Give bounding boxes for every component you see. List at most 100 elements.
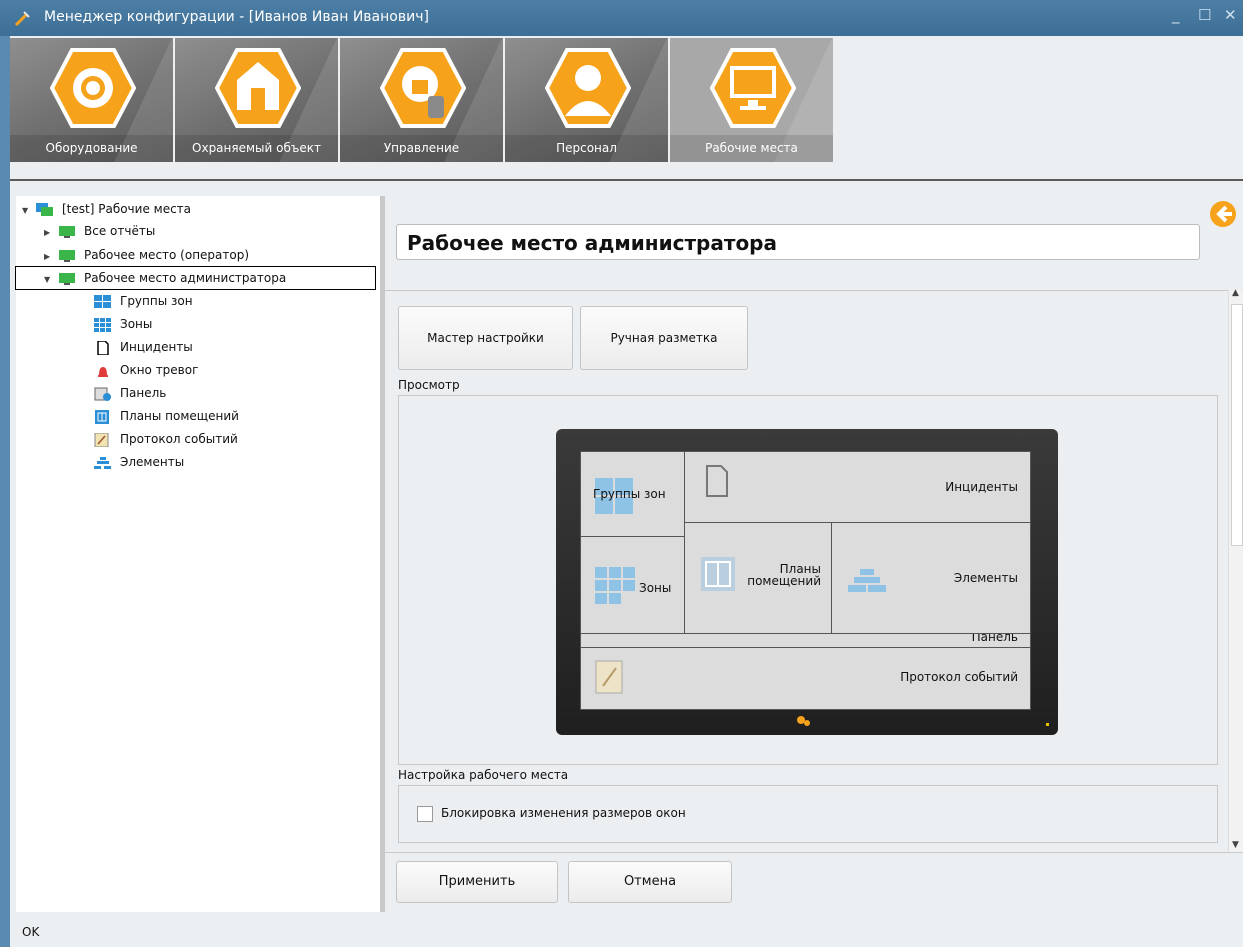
back-arrow-icon[interactable] <box>1210 201 1236 227</box>
status-text: OK <box>22 925 40 939</box>
tree-node-all-reports[interactable]: ▶ Все отчёты <box>44 220 155 242</box>
tree-node-alarm-window[interactable]: Окно тревог <box>94 359 198 381</box>
tree-node-root[interactable]: ▼ [test] Рабочие места <box>22 198 191 220</box>
power-led <box>1046 723 1049 726</box>
tree-label: Элементы <box>120 455 185 469</box>
tab-workplaces[interactable]: Рабочие места <box>670 38 833 162</box>
tree-node-panel[interactable]: Панель <box>94 382 166 404</box>
manual-layout-button[interactable]: Ручная разметка <box>580 306 748 370</box>
tab-label: Охраняемый объект <box>175 135 338 162</box>
tab-label: Управление <box>340 135 503 162</box>
monitor-icon <box>59 225 75 238</box>
apply-button[interactable]: Применить <box>396 861 558 903</box>
preview-cell-floor-plans: Планы помещений <box>684 522 832 634</box>
zones-icon <box>595 567 635 604</box>
tab-label: Оборудование <box>10 135 173 162</box>
tree-label: Все отчёты <box>84 224 156 238</box>
tablet-preview: Группы зон Инциденты Зоны Планы помещени… <box>556 429 1058 735</box>
preview-label: Просмотр <box>398 378 460 392</box>
preview-cell-elements: Элементы <box>831 522 1031 634</box>
maximize-button[interactable]: ☐ <box>1198 6 1211 24</box>
settings-panel: Мастер настройки Ручная разметка Просмот… <box>385 290 1228 853</box>
ribbon-separator <box>10 179 1243 181</box>
tree-node-elements[interactable]: Элементы <box>94 451 184 473</box>
window-frame-left <box>0 36 10 947</box>
house-icon <box>215 48 301 128</box>
close-button[interactable]: ✕ <box>1224 6 1237 24</box>
monitor-icon <box>59 249 75 262</box>
tab-label: Рабочие места <box>670 135 833 162</box>
gear-icon <box>50 48 136 128</box>
gear-lock-icon <box>380 48 466 128</box>
collapse-arrow-icon[interactable]: ▼ <box>22 200 36 222</box>
button-bar-separator <box>385 852 1243 853</box>
preview-label: Группы зон <box>593 487 666 501</box>
monitor-icon <box>59 272 75 285</box>
expand-arrow-icon[interactable]: ▶ <box>44 222 58 244</box>
scroll-up-icon[interactable]: ▲ <box>1232 288 1239 298</box>
tree-label: Инциденты <box>120 340 193 354</box>
tree-label: Зоны <box>120 317 153 331</box>
window-title: Менеджер конфигурации - [Иванов Иван Ива… <box>44 9 429 25</box>
preview-label: Панель <box>971 633 1018 644</box>
panel-icon <box>94 387 111 401</box>
elements-icon <box>848 569 886 592</box>
tab-staff[interactable]: Персонал <box>505 38 668 162</box>
lock-resize-checkbox[interactable] <box>417 806 433 822</box>
minimize-button[interactable]: _ <box>1172 6 1180 24</box>
monitors-icon <box>36 202 53 216</box>
collapse-arrow-icon[interactable]: ▼ <box>44 269 58 291</box>
person-icon <box>545 48 631 128</box>
zone-groups-icon <box>94 294 111 308</box>
tree-node-operator-workplace[interactable]: ▶ Рабочее место (оператор) <box>44 244 249 266</box>
vertical-scrollbar[interactable]: ▲ ▼ <box>1228 288 1243 852</box>
document-icon <box>97 340 109 355</box>
app-icon <box>14 11 30 27</box>
tab-equipment[interactable]: Оборудование <box>10 38 173 162</box>
tree-node-zones[interactable]: Зоны <box>94 313 152 335</box>
tree-label: Протокол событий <box>120 432 238 446</box>
tree-label: Группы зон <box>120 294 193 308</box>
event-log-icon <box>94 432 109 447</box>
workplace-tree[interactable]: ▼ [test] Рабочие места ▶ Все отчёты ▶ Рабоч… <box>15 196 385 912</box>
tree-label: [test] Рабочие места <box>62 202 192 216</box>
preview-label: Элементы <box>953 571 1018 585</box>
document-icon <box>706 465 728 497</box>
settings-label: Настройка рабочего места <box>398 768 569 782</box>
preview-cell-incidents: Инциденты <box>684 451 1031 523</box>
floor-plan-icon <box>701 557 735 591</box>
status-bar: OK <box>10 916 1243 947</box>
scroll-down-icon[interactable]: ▼ <box>1232 840 1239 850</box>
tree-node-event-log[interactable]: Протокол событий <box>94 428 238 450</box>
alarm-icon <box>98 366 108 377</box>
title-bar: Менеджер конфигурации - [Иванов Иван Ива… <box>0 0 1243 36</box>
preview-label: Инциденты <box>945 480 1018 494</box>
tab-protected-object[interactable]: Охраняемый объект <box>175 38 338 162</box>
preview-label: Зоны <box>639 581 672 595</box>
scroll-thumb[interactable] <box>1231 304 1243 546</box>
expand-arrow-icon[interactable]: ▶ <box>44 246 58 268</box>
preview-cell-zones: Зоны <box>580 536 685 634</box>
tree-node-admin-workplace[interactable]: ▼ Рабочее место администратора <box>15 266 376 291</box>
gears-logo-icon <box>797 716 810 726</box>
tree-node-incidents[interactable]: Инциденты <box>94 336 193 358</box>
tree-node-floor-plans[interactable]: Планы помещений <box>94 405 239 427</box>
tab-label: Персонал <box>505 135 668 162</box>
tree-node-zone-groups[interactable]: Группы зон <box>94 290 193 312</box>
preview-cell-event-log: Протокол событий <box>580 647 1031 710</box>
tab-control[interactable]: Управление <box>340 38 503 162</box>
tree-label: Рабочее место администратора <box>84 271 287 285</box>
preview-cell-zone-groups: Группы зон <box>580 451 685 537</box>
tree-label: Панель <box>120 386 167 400</box>
workplace-title-field[interactable]: Рабочее место администратора <box>396 224 1200 260</box>
monitor-gear-icon <box>710 48 796 128</box>
preview-label: Протокол событий <box>900 670 1018 684</box>
preview-box: Группы зон Инциденты Зоны Планы помещени… <box>398 395 1218 765</box>
preview-screen: Группы зон Инциденты Зоны Планы помещени… <box>580 451 1031 710</box>
cancel-button[interactable]: Отмена <box>568 861 732 903</box>
elements-icon <box>94 456 111 469</box>
setup-wizard-button[interactable]: Мастер настройки <box>398 306 573 370</box>
ribbon: Оборудование Охраняемый объект Управлени… <box>10 36 1243 162</box>
lock-resize-label: Блокировка изменения размеров окон <box>441 806 686 820</box>
preview-label: Планы помещений <box>747 562 821 588</box>
